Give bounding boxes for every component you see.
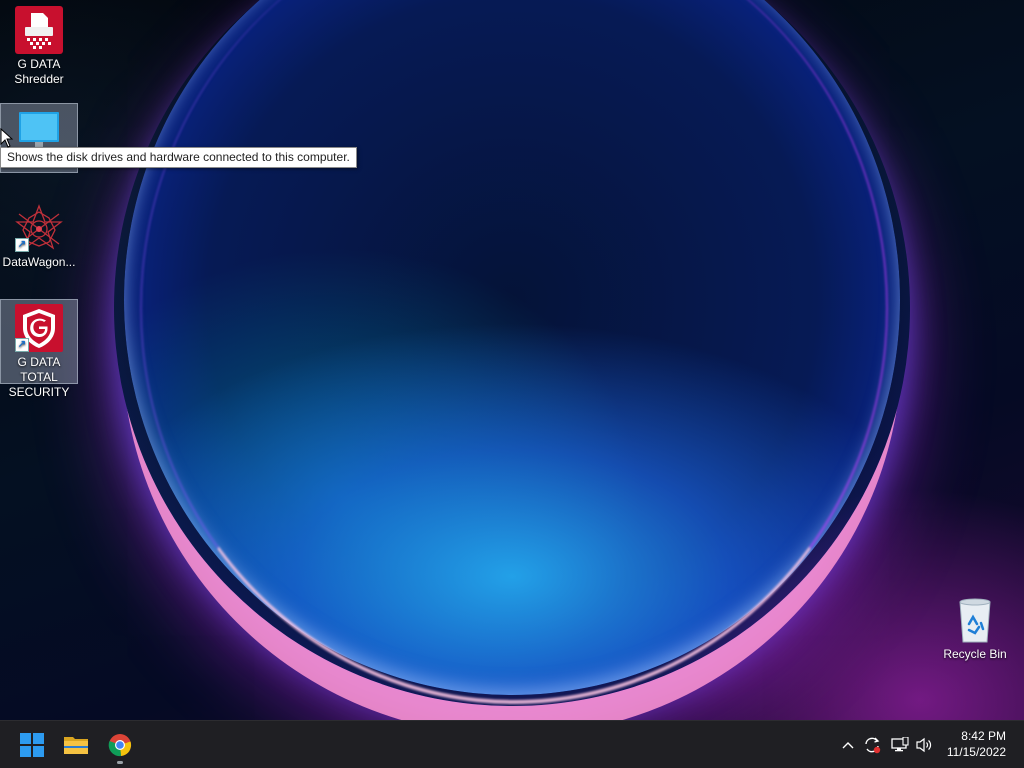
sync-alert-icon [865, 737, 881, 754]
desktop-icon-gdata-shredder[interactable]: G DATA Shredder [0, 2, 78, 90]
file-explorer-button[interactable] [56, 725, 96, 765]
shredder-icon [15, 6, 63, 54]
desktop-icon-recycle-bin[interactable]: Recycle Bin [936, 592, 1014, 664]
volume-tray-icon[interactable] [914, 735, 934, 755]
shortcut-arrow-icon: ↗ [15, 238, 29, 252]
start-button[interactable] [12, 725, 52, 765]
desktop-icon-label: Shredder [14, 72, 64, 86]
desktop-wallpaper [0, 0, 1024, 720]
clock-date: 11/15/2022 [946, 745, 1006, 759]
gdata-shield-icon: ↗ [15, 304, 63, 352]
show-hidden-icons-button[interactable] [838, 735, 858, 755]
desktop-icon-label: Recycle Bin [943, 647, 1007, 661]
taskbar-clock[interactable]: 8:42 PM 11/15/2022 [947, 728, 1006, 760]
desktop-icon-label: DataWagon... [2, 255, 76, 269]
chrome-button[interactable] [100, 725, 140, 765]
tooltip: Shows the disk drives and hardware conne… [0, 147, 357, 168]
taskbar: 8:42 PM 11/15/2022 [0, 720, 1024, 768]
desktop-icon-label: G DATA TOTAL [17, 355, 61, 384]
chrome-icon [108, 734, 132, 757]
clock-time: 8:42 PM [961, 729, 1006, 743]
desktop-icon-datawagon[interactable]: ↗ DataWagon... [0, 200, 78, 272]
shortcut-arrow-icon: ↗ [15, 338, 29, 352]
chevron-up-icon [842, 742, 854, 749]
windows-start-icon [20, 733, 44, 757]
desktop-icon-label: SECURITY [8, 385, 70, 399]
datawagon-icon: ↗ [15, 204, 63, 252]
recycle-bin-icon [951, 596, 999, 644]
desktop-icon-gdata-total-security[interactable]: ↗ G DATA TOTAL SECURITY [0, 299, 78, 399]
speaker-icon [916, 737, 932, 753]
mouse-cursor-icon [0, 127, 14, 148]
folder-icon [64, 737, 88, 754]
desktop-icon-label: G DATA [17, 57, 61, 71]
update-status-tray-icon[interactable] [862, 735, 882, 755]
network-icon [891, 737, 909, 752]
running-indicator [117, 761, 123, 764]
network-tray-icon[interactable] [890, 735, 910, 755]
